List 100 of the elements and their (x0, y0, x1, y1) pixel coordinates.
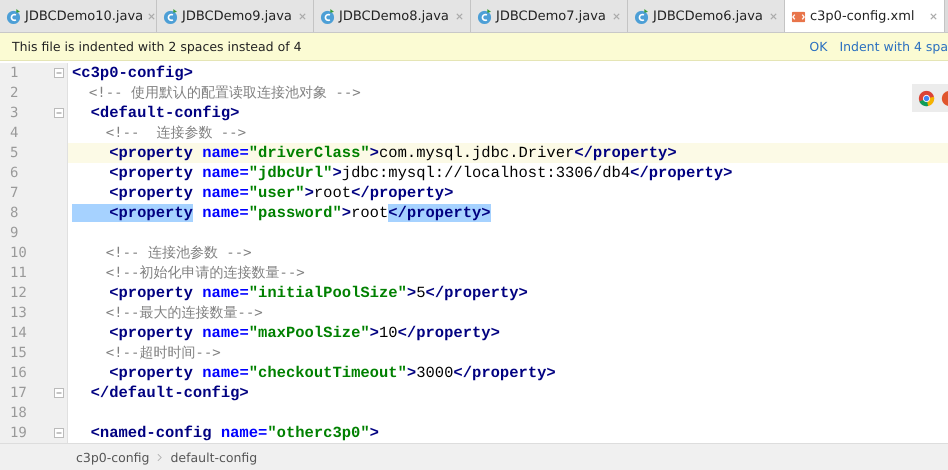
attribute-value: "initialPoolSize" (248, 284, 407, 302)
code-comment: <!--初始化申请的连接数量--> (104, 264, 305, 282)
line-number: 13 (10, 305, 27, 321)
attribute-name: name= (220, 424, 268, 442)
attribute-name: name= (202, 164, 249, 182)
editor-tab[interactable]: JDBCDemo8.java (314, 0, 471, 32)
line-number: 17 (10, 385, 27, 401)
browser-icon[interactable] (918, 90, 935, 106)
attribute-name: name= (202, 364, 249, 382)
line-number: 3 (10, 105, 18, 121)
tag-text: root (351, 204, 388, 222)
attribute-value: "jdbcUrl" (248, 164, 332, 182)
attribute-value: "password" (248, 204, 342, 222)
breadcrumb[interactable]: c3p0-config (76, 450, 150, 464)
notice-link[interactable]: OK (809, 39, 828, 54)
xml-tag: > (304, 184, 314, 202)
breadcrumb[interactable]: default-config (170, 450, 258, 464)
code-comment: <!-- 连接参数 --> (104, 124, 246, 142)
close-icon[interactable] (455, 12, 464, 20)
attribute-name: name= (202, 184, 249, 202)
line-number: 7 (10, 185, 18, 201)
close-icon[interactable] (147, 12, 156, 20)
class-file-icon (6, 8, 21, 24)
line-number: 18 (10, 405, 27, 421)
tag-text: com.mysql.jdbc.Driver (378, 144, 574, 162)
xml-tag: > (406, 284, 416, 302)
indent-notice: This file is indented with 2 spaces instead of 4 (12, 39, 302, 54)
attribute-value: "checkoutTimeout" (248, 364, 407, 382)
class-file-icon (163, 8, 178, 24)
class-file-icon (320, 8, 335, 24)
code-comment: <!--最大的连接数量--> (104, 304, 263, 322)
attribute-name: name= (202, 324, 249, 342)
xml-tag: </property> (630, 164, 732, 182)
xml-tag: <property (72, 184, 202, 202)
line-number: 5 (10, 145, 18, 161)
xml-tag: > (370, 324, 379, 342)
line-number: 11 (10, 265, 27, 281)
line-number: 14 (10, 325, 27, 341)
xml-tag: <default-config> (72, 104, 240, 122)
xml-tag: > (370, 424, 379, 442)
chevron-icon (157, 452, 162, 462)
xml-tag: <property (72, 364, 202, 382)
close-icon[interactable] (298, 12, 307, 20)
editor-tab[interactable]: JDBCDemo7.java (471, 0, 628, 32)
fold-icon[interactable] (54, 68, 64, 78)
xml-tag: > (342, 204, 352, 222)
xml-tag: <c3p0-config> (72, 64, 193, 82)
xml-tag: </property> (453, 364, 556, 382)
attribute-value: "otherc3p0" (267, 424, 370, 442)
xml-tag: > (370, 144, 379, 162)
attribute-name: name= (201, 204, 249, 222)
xml-tag: <property (72, 324, 202, 342)
line-number: 4 (10, 125, 18, 141)
editor-tab[interactable]: JDBCDemo9.java (157, 0, 314, 32)
line-number: 6 (10, 165, 18, 181)
code-comment: <!-- 连接池参数 --> (104, 244, 252, 262)
code-comment: <!-- 使用默认的配置读取连接池对象 --> (88, 84, 361, 102)
tag-text: 3000 (416, 364, 454, 382)
attribute-name: name= (202, 284, 249, 302)
line-number: 19 (10, 425, 27, 441)
xml-tag: <property (72, 204, 193, 222)
attribute-value: "user" (248, 184, 305, 202)
xml-tag: > (406, 364, 416, 382)
line-number: 12 (10, 285, 27, 301)
line-number: 15 (10, 345, 27, 361)
tag-text: 5 (416, 284, 426, 302)
line-number: 9 (10, 225, 18, 241)
attribute-value: "driverClass" (248, 144, 370, 162)
class-file-icon (477, 8, 492, 24)
close-icon[interactable] (929, 12, 938, 20)
editor-tab[interactable]: c3p0-config.xml (785, 0, 945, 32)
xml-tag: </property> (398, 324, 500, 342)
xml-tag: </property> (574, 144, 677, 162)
editor-tab[interactable]: JDBCDemo10.java (0, 0, 157, 32)
xml-tag: <named-config (72, 424, 221, 442)
fold-icon[interactable] (54, 388, 64, 398)
xml-tag: > (332, 164, 342, 182)
tag-text: 10 (378, 324, 398, 342)
class-file-icon (634, 8, 649, 24)
close-icon[interactable] (612, 12, 621, 20)
xml-tag: </property> (426, 284, 528, 302)
xml-tag: <property (72, 164, 202, 182)
tag-text: root (314, 184, 352, 202)
line-number: 8 (10, 205, 18, 221)
xml-tag: </default-config> (72, 384, 249, 402)
line-number: 16 (10, 365, 27, 381)
xml-tag: <property (72, 144, 202, 162)
editor-tab[interactable]: JDBCDemo6.java (628, 0, 785, 32)
xml-tag: </property> (351, 184, 454, 202)
fold-icon[interactable] (54, 428, 64, 438)
tag-text: jdbc:mysql://localhost:3306/db4 (342, 164, 630, 182)
fold-icon[interactable] (54, 108, 64, 118)
attribute-name: name= (202, 144, 249, 162)
line-number: 1 (10, 65, 18, 81)
attribute-value: "maxPoolSize" (248, 324, 370, 342)
code-comment: <!--超时时间--> (104, 344, 221, 362)
notice-link[interactable]: Indent with 4 spa (839, 39, 948, 54)
close-icon[interactable] (769, 12, 778, 20)
xml-tag: <property (72, 284, 202, 302)
line-number: 10 (10, 245, 27, 261)
